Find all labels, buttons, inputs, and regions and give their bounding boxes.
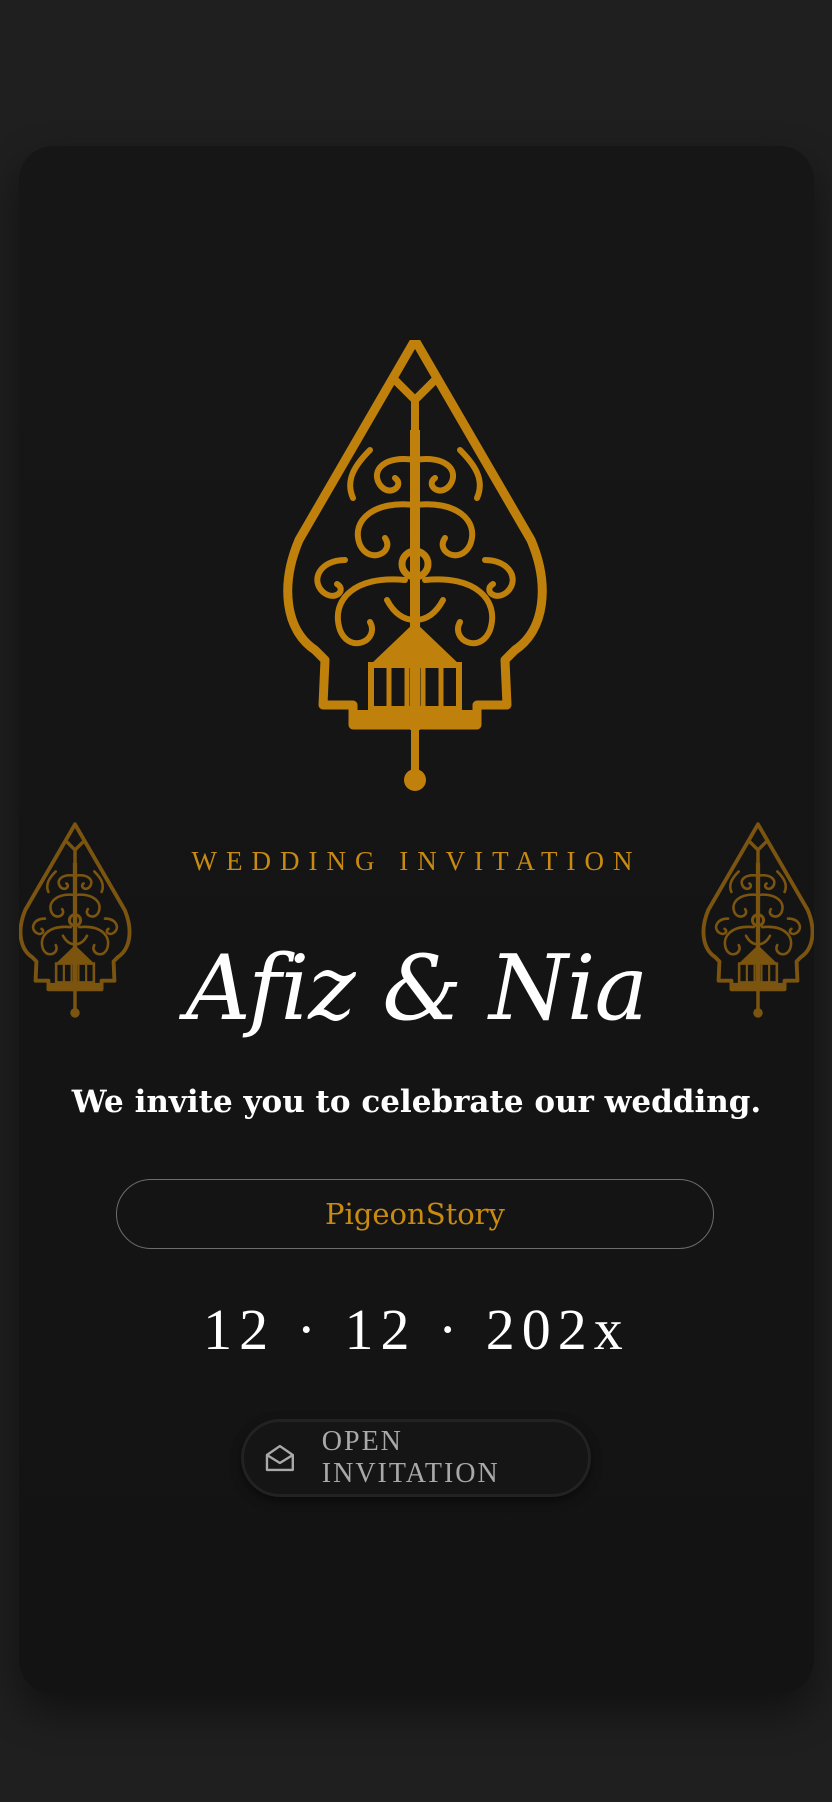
open-invitation-label: OPEN INVITATION (321, 1426, 500, 1489)
open-invitation-button[interactable]: OPEN INVITATION (241, 1419, 591, 1497)
wedding-invitation-eyebrow: WEDDING INVITATION (191, 846, 642, 876)
couple-names: Afiz & Nia (185, 936, 648, 1041)
wedding-date: 12 · 12 · 202x (203, 1297, 630, 1362)
gunungan-icon (273, 340, 557, 810)
invitation-tagline: We invite you to celebrate our wedding. (71, 1084, 762, 1120)
guest-name: PigeonStory (325, 1197, 505, 1231)
open-envelope-icon (265, 1444, 294, 1472)
invitation-card: WEDDING INVITATION Afiz & Nia We invite … (19, 146, 814, 1694)
guest-name-pill: PigeonStory (116, 1179, 714, 1249)
